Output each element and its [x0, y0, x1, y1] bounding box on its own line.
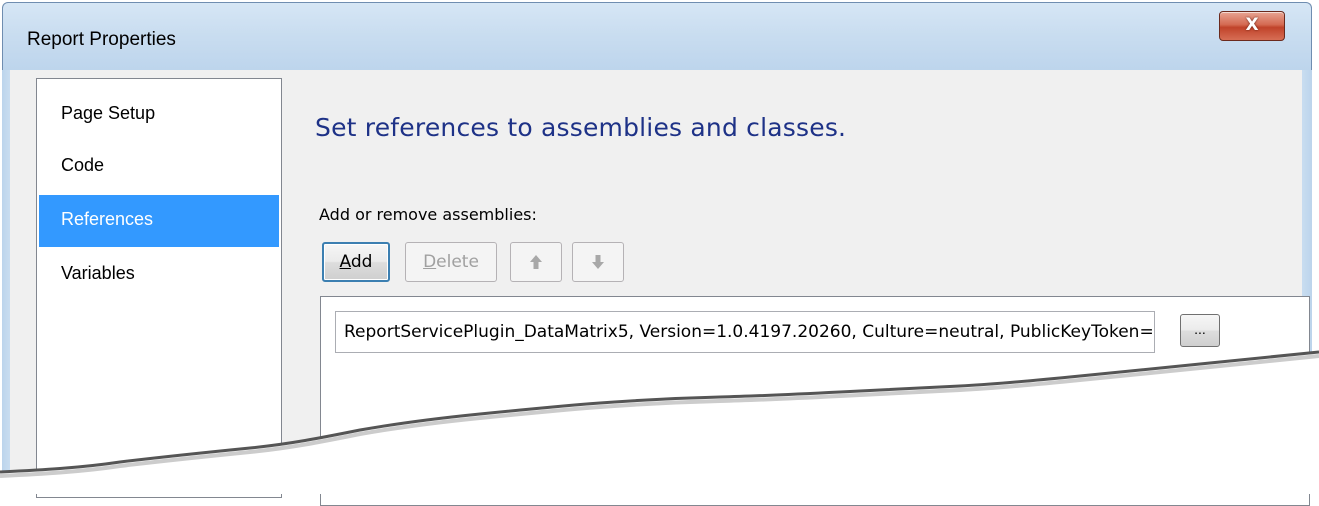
sidebar-item-references[interactable]: References	[39, 195, 279, 247]
sidebar-item-variables[interactable]: Variables	[39, 249, 279, 301]
window-title: Report Properties	[27, 29, 176, 50]
title-bar[interactable]: Report Properties X	[2, 2, 1312, 73]
add-button-label: dd	[350, 252, 373, 272]
delete-button[interactable]: Delete	[405, 242, 497, 282]
add-button-mnemonic: A	[339, 252, 351, 272]
sidebar-item-label: Code	[61, 155, 105, 175]
sidebar-nav: Page Setup Code References Variables	[36, 78, 282, 498]
delete-button-label: elete	[436, 252, 479, 272]
sidebar-item-label: References	[61, 209, 154, 229]
add-button[interactable]: Add	[322, 242, 390, 282]
window-frame-left	[2, 70, 10, 494]
assembly-reference-field[interactable]: ReportServicePlugin_DataMatrix5, Version…	[335, 311, 1155, 353]
delete-button-mnemonic: D	[423, 252, 437, 272]
sidebar-item-page-setup[interactable]: Page Setup	[39, 89, 279, 141]
move-down-button[interactable]	[572, 242, 624, 282]
browse-button[interactable]: ...	[1180, 314, 1220, 347]
close-icon: X	[1245, 15, 1259, 35]
assemblies-label: Add or remove assemblies:	[319, 205, 537, 224]
page-heading: Set references to assemblies and classes…	[315, 113, 847, 142]
arrow-up-icon	[530, 255, 542, 269]
sidebar-item-label: Variables	[61, 263, 135, 283]
move-up-button[interactable]	[510, 242, 562, 282]
dialog-client-area: Page Setup Code References Variables Set…	[10, 70, 1310, 506]
assemblies-list[interactable]: ReportServicePlugin_DataMatrix5, Version…	[320, 296, 1310, 506]
sidebar-item-label: Page Setup	[61, 103, 156, 123]
report-properties-dialog: Report Properties X Page Setup Code Refe…	[0, 0, 1319, 506]
close-button[interactable]: X	[1219, 11, 1285, 41]
arrow-down-icon	[592, 255, 604, 269]
sidebar-item-code[interactable]: Code	[39, 141, 279, 193]
